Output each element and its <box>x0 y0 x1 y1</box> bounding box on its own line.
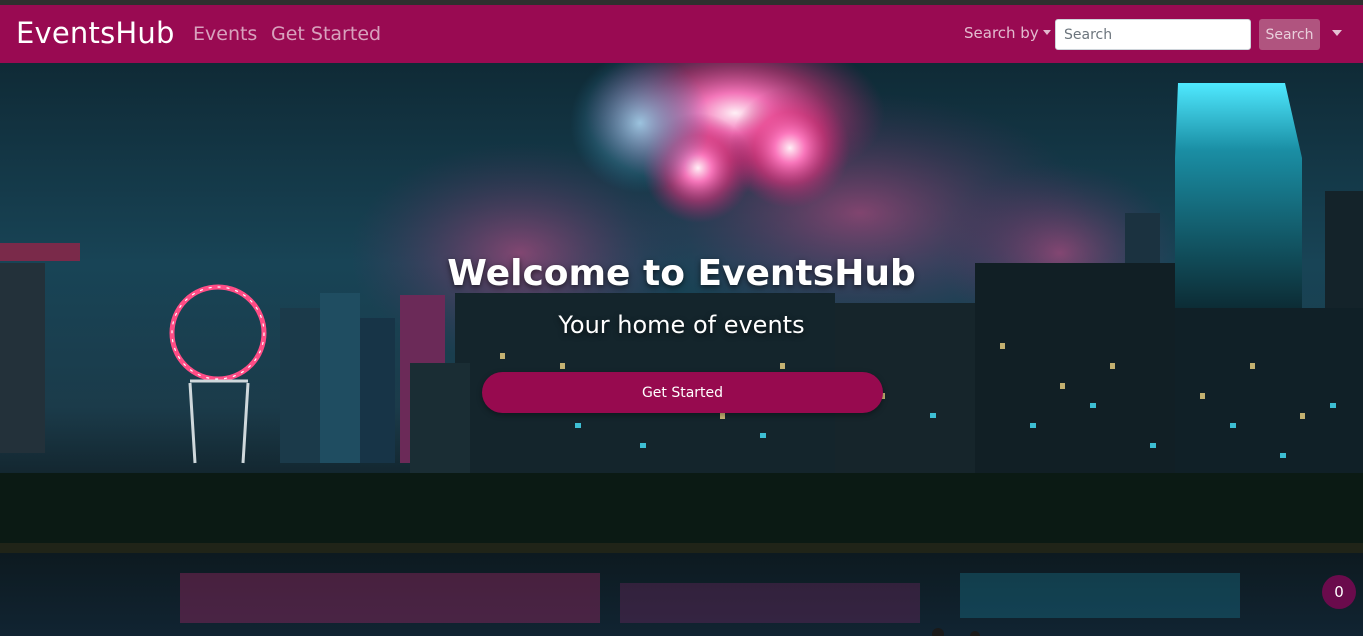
search-input[interactable] <box>1055 19 1251 50</box>
search-by-label: Search by <box>964 24 1039 42</box>
nav-link-get-started[interactable]: Get Started <box>271 23 381 45</box>
hero-title: Welcome to EventsHub <box>447 253 916 294</box>
user-menu-caret-icon[interactable] <box>1332 30 1342 36</box>
caret-down-icon <box>1042 30 1051 35</box>
get-started-button[interactable]: Get Started <box>482 372 883 413</box>
brand-logo[interactable]: EventsHub <box>16 16 175 50</box>
carousel-indicator[interactable] <box>932 628 944 636</box>
search-by-dropdown[interactable]: Search by <box>964 24 1051 42</box>
hero-background-image <box>0 63 1363 636</box>
nav-link-events[interactable]: Events <box>193 23 257 45</box>
hero-subtitle: Your home of events <box>558 311 805 339</box>
hero-section: Welcome to EventsHub Your home of events… <box>0 63 1363 636</box>
search-button[interactable]: Search <box>1259 19 1320 50</box>
navbar: EventsHub Events Get Started Search by S… <box>0 5 1363 63</box>
notification-count-badge[interactable]: 0 <box>1322 575 1356 609</box>
carousel-indicator[interactable] <box>970 631 980 636</box>
